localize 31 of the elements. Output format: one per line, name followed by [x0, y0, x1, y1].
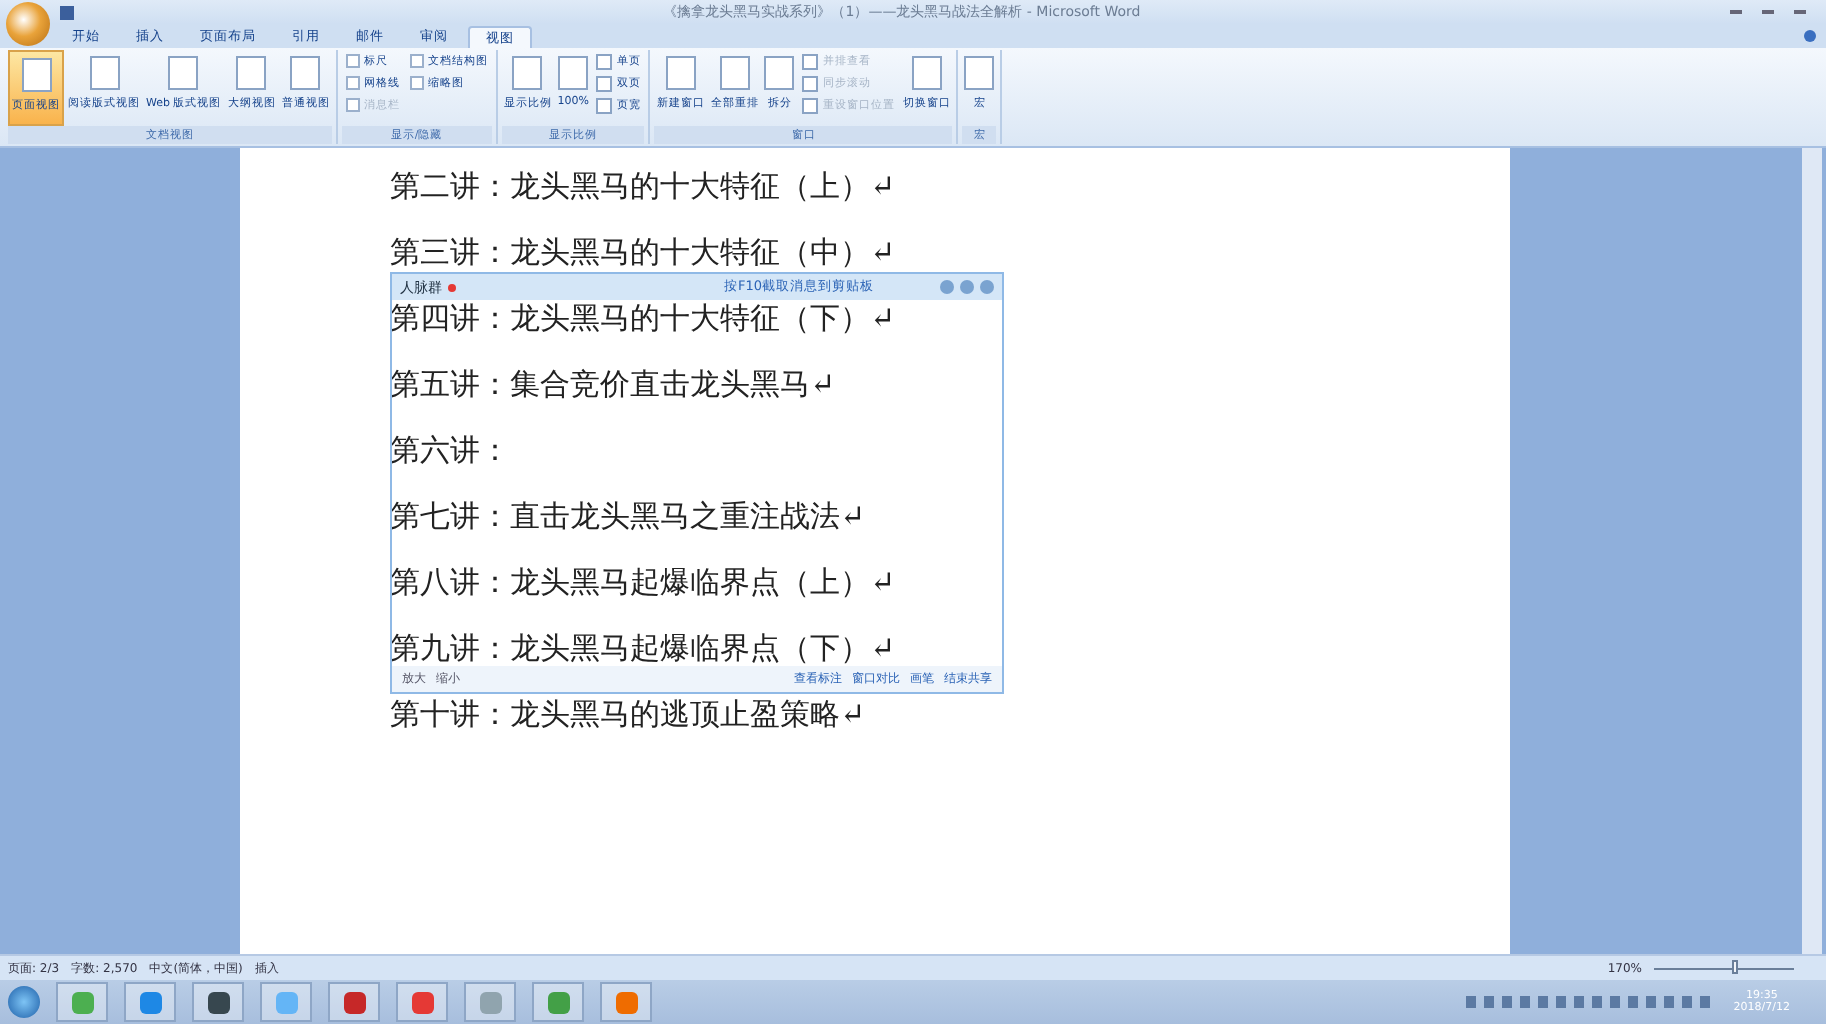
- document-text: 第三讲：龙头黑马的十大特征（中）↵: [390, 234, 896, 270]
- document-icon: [665, 56, 696, 90]
- document-icon: [558, 56, 589, 90]
- save-icon[interactable]: [60, 5, 74, 19]
- document-icon: [512, 56, 543, 90]
- document-icon: [964, 56, 995, 90]
- document-text: 第八讲：龙头黑马起爆临界点（上）↵: [390, 564, 896, 600]
- office-button[interactable]: [6, 2, 50, 46]
- document-text: 第六讲：: [390, 432, 510, 468]
- document-text: 第十讲：龙头黑马的逃顶止盈策略↵: [390, 696, 866, 732]
- document-text: 第九讲：龙头黑马起爆临界点（下）↵: [390, 630, 896, 666]
- scrollbar[interactable]: [1802, 148, 1822, 954]
- document-icon: [236, 56, 267, 90]
- document-text: 第七讲：直击龙头黑马之重注战法↵: [390, 498, 866, 534]
- document-text: 第四讲：龙头黑马的十大特征（下）↵: [390, 300, 896, 336]
- slider-thumb[interactable]: [1731, 959, 1737, 973]
- taskbar-app-icon[interactable]: [328, 982, 380, 1022]
- document-icon: [168, 56, 199, 90]
- document-icon: [89, 56, 119, 90]
- document-text: 第五讲：集合竞价直击龙头黑马↵: [390, 366, 836, 402]
- document-icon: [911, 56, 942, 90]
- document-icon: [21, 58, 51, 92]
- help-icon[interactable]: [1804, 30, 1816, 42]
- document-icon: [719, 56, 750, 90]
- taskbar-app-icon[interactable]: [192, 982, 244, 1022]
- document-icon: [290, 56, 321, 90]
- document-icon: [764, 56, 795, 90]
- status-dot-icon: [448, 283, 456, 291]
- taskbar-app-icon[interactable]: [396, 982, 448, 1022]
- start-button[interactable]: [8, 986, 40, 1018]
- document-text: 第二讲：龙头黑马的十大特征（上）↵: [390, 168, 896, 204]
